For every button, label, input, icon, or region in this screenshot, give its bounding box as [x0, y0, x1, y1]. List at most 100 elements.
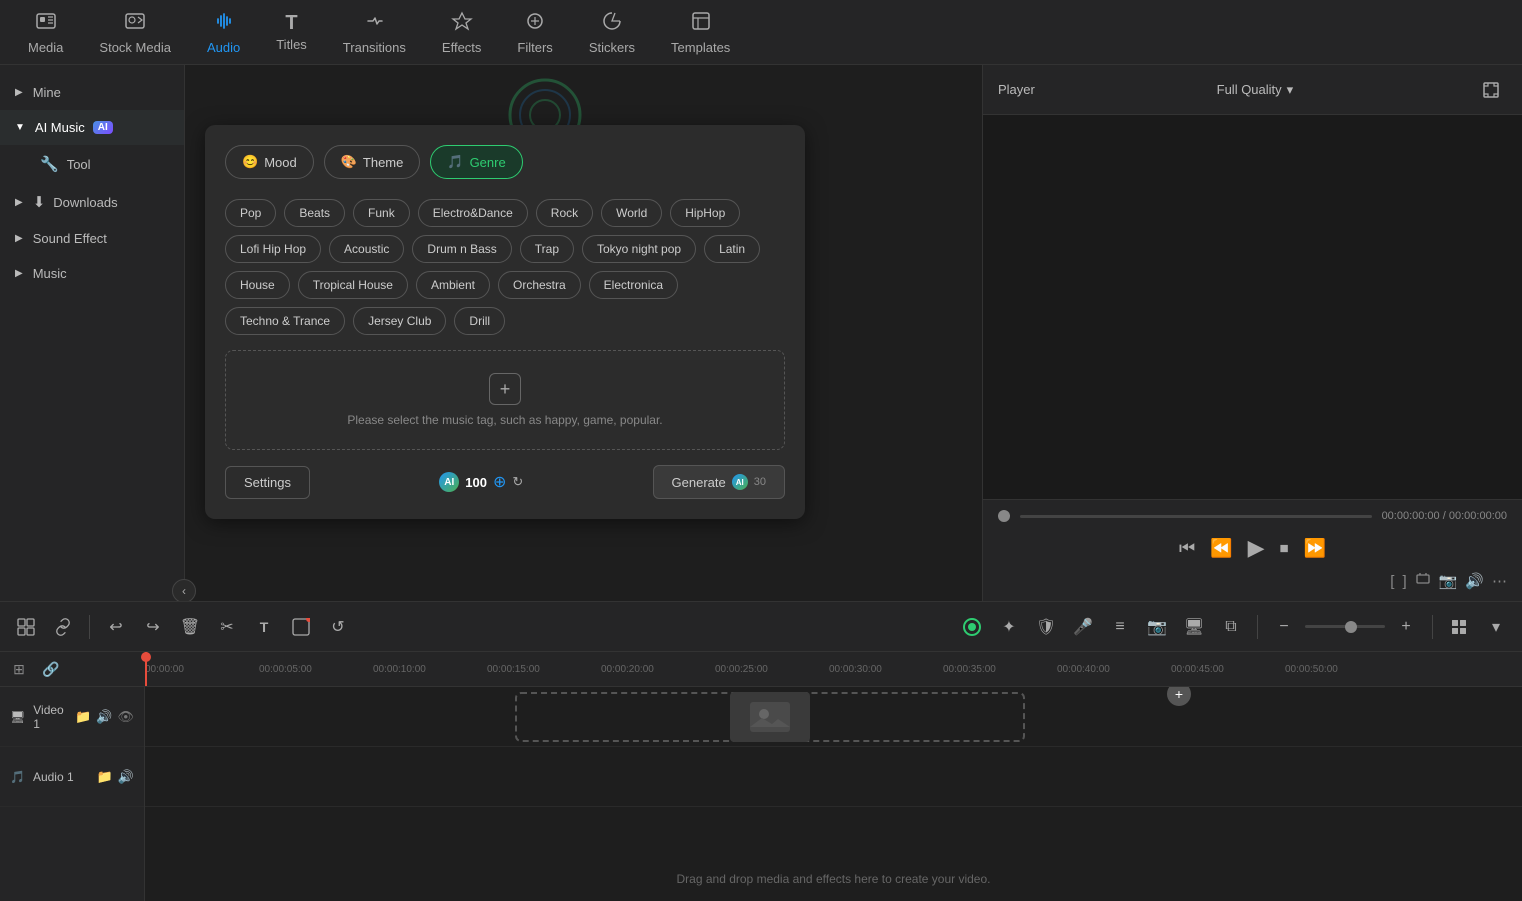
zoom-out-button[interactable]: − [1268, 611, 1300, 643]
layout-button[interactable] [10, 611, 42, 643]
sidebar-collapse-button[interactable]: ‹ [172, 579, 196, 601]
genre-tag-drill[interactable]: Drill [454, 307, 505, 335]
snapshot-button[interactable]: 📷 [1439, 572, 1458, 590]
media-icon [35, 10, 57, 36]
genre-tag-latin[interactable]: Latin [704, 235, 760, 263]
add-credits-button[interactable]: ⊕ [493, 472, 506, 492]
nav-effects[interactable]: Effects [424, 0, 500, 64]
nav-media[interactable]: Media [10, 0, 81, 64]
nav-transitions[interactable]: Transitions [325, 0, 424, 64]
star-btn[interactable]: ✦ [993, 611, 1025, 643]
clip-button[interactable] [1415, 571, 1431, 591]
add-media-button[interactable]: + [1167, 687, 1191, 706]
refresh-button[interactable]: ↻ [512, 474, 523, 490]
genre-tag-orchestra[interactable]: Orchestra [498, 271, 581, 299]
nav-stock-media[interactable]: Stock Media [81, 0, 189, 64]
sidebar-item-tool[interactable]: 🔧 Tool [0, 145, 184, 183]
mark-out-button[interactable]: ] [1402, 573, 1406, 590]
video-add-media-button[interactable]: 📁 [75, 709, 91, 725]
stop-button[interactable]: ⏹ [1280, 538, 1289, 559]
genre-tag-electro-dance[interactable]: Electro&Dance [418, 199, 528, 227]
genre-tag-pop[interactable]: Pop [225, 199, 276, 227]
progress-track[interactable] [1020, 515, 1372, 518]
video-drop-zone[interactable]: + [515, 692, 1025, 742]
nav-transitions-label: Transitions [343, 40, 406, 55]
pip-btn[interactable]: ⧉ [1215, 611, 1247, 643]
shield-btn[interactable]: 🛡 [1030, 611, 1062, 643]
play-button[interactable]: ▶ [1248, 535, 1265, 561]
tab-theme[interactable]: 🎨 Theme [324, 145, 421, 179]
audio-add-media-button[interactable]: 📁 [97, 769, 113, 785]
playhead-marker [141, 652, 151, 662]
tab-mood[interactable]: 😊 Mood [225, 145, 314, 179]
camera-btn[interactable]: 📷 [1141, 611, 1173, 643]
green-circle-btn[interactable] [956, 611, 988, 643]
sidebar-item-sound-effect[interactable]: ▶ Sound Effect [0, 221, 184, 256]
genre-tag-tropical-house[interactable]: Tropical House [298, 271, 408, 299]
genre-tag-hiphop[interactable]: HipHop [670, 199, 740, 227]
audio-track-row [145, 747, 1522, 807]
nav-titles[interactable]: T Titles [258, 0, 325, 64]
genre-tag-ambient[interactable]: Ambient [416, 271, 490, 299]
genre-tag-electronica[interactable]: Electronica [589, 271, 678, 299]
sidebar-item-mine[interactable]: ▶ Mine [0, 75, 184, 110]
genre-tag-drum-n-bass[interactable]: Drum n Bass [412, 235, 511, 263]
generate-button[interactable]: Generate AI 30 [653, 465, 785, 499]
more-options-button[interactable]: ⋯ [1492, 572, 1507, 590]
player-fullscreen-button[interactable] [1475, 74, 1507, 106]
genre-tag-acoustic[interactable]: Acoustic [329, 235, 404, 263]
nav-stickers[interactable]: Stickers [571, 0, 653, 64]
add-track-button[interactable]: ⊞ [5, 655, 33, 683]
cut-button[interactable]: ✂ [211, 611, 243, 643]
redo-button[interactable]: ↪ [137, 611, 169, 643]
sidebar-item-ai-music[interactable]: ▼ AI Music AI [0, 110, 184, 145]
genre-tag-house[interactable]: House [225, 271, 290, 299]
playhead[interactable] [145, 652, 147, 686]
genre-tag-funk[interactable]: Funk [353, 199, 410, 227]
sidebar: ▶ Mine ▼ AI Music AI 🔧 Tool ▶ ⬇ Download… [0, 65, 185, 601]
undo-button[interactable]: ↩ [100, 611, 132, 643]
genre-tag-rock[interactable]: Rock [536, 199, 593, 227]
crop-button[interactable] [285, 611, 317, 643]
sidebar-item-downloads[interactable]: ▶ ⬇ Downloads [0, 183, 184, 221]
step-forward-button[interactable]: ⏩ [1304, 538, 1326, 559]
audio-volume-button[interactable]: 🔊 [118, 769, 134, 785]
add-tag-button[interactable]: + [489, 373, 521, 405]
link-track-button[interactable]: 🔗 [37, 655, 65, 683]
genre-tag-lofi-hip-hop[interactable]: Lofi Hip Hop [225, 235, 321, 263]
audio-track-icons: 📁 🔊 [97, 769, 134, 785]
grid-view-button[interactable] [1443, 611, 1475, 643]
zoom-in-button[interactable]: + [1390, 611, 1422, 643]
progress-dot[interactable] [998, 510, 1010, 522]
mark-in-button[interactable]: [ [1390, 573, 1394, 590]
nav-filters[interactable]: Filters [499, 0, 570, 64]
genre-tag-world[interactable]: World [601, 199, 662, 227]
screen-btn[interactable]: 🖥 [1178, 611, 1210, 643]
rotate-button[interactable]: ↺ [322, 611, 354, 643]
zoom-track[interactable] [1305, 625, 1385, 628]
step-back-button[interactable]: ⏪ [1210, 538, 1232, 559]
volume-button[interactable]: 🔊 [1465, 572, 1484, 590]
extra-controls: [ ] 📷 🔊 ⋯ [998, 571, 1507, 591]
genre-tag-techno-trance[interactable]: Techno & Trance [225, 307, 345, 335]
skip-back-button[interactable]: ⏮ [1179, 538, 1195, 559]
mic-btn[interactable]: 🎤 [1067, 611, 1099, 643]
tab-genre[interactable]: 🎵 Genre [430, 145, 522, 179]
more-button[interactable]: ▾ [1480, 611, 1512, 643]
link-button[interactable] [47, 611, 79, 643]
genre-tag-beats[interactable]: Beats [284, 199, 345, 227]
settings-button[interactable]: Settings [225, 466, 310, 499]
quality-selector[interactable]: Full Quality ▾ [1217, 82, 1294, 98]
sidebar-item-music[interactable]: ▶ Music [0, 256, 184, 291]
genre-tag-tokyo-night-pop[interactable]: Tokyo night pop [582, 235, 696, 263]
nav-templates[interactable]: Templates [653, 0, 748, 64]
genre-tag-trap[interactable]: Trap [520, 235, 574, 263]
genre-tag-jersey-club[interactable]: Jersey Club [353, 307, 446, 335]
nav-audio[interactable]: Audio [189, 0, 258, 64]
list-btn[interactable]: ≡ [1104, 611, 1136, 643]
video-volume-button[interactable]: 🔊 [96, 709, 112, 725]
video-visibility-button[interactable]: 👁 [117, 709, 134, 725]
delete-button[interactable]: 🗑 [174, 611, 206, 643]
genre-tab-label: Genre [470, 155, 506, 170]
text-button[interactable]: T [248, 611, 280, 643]
